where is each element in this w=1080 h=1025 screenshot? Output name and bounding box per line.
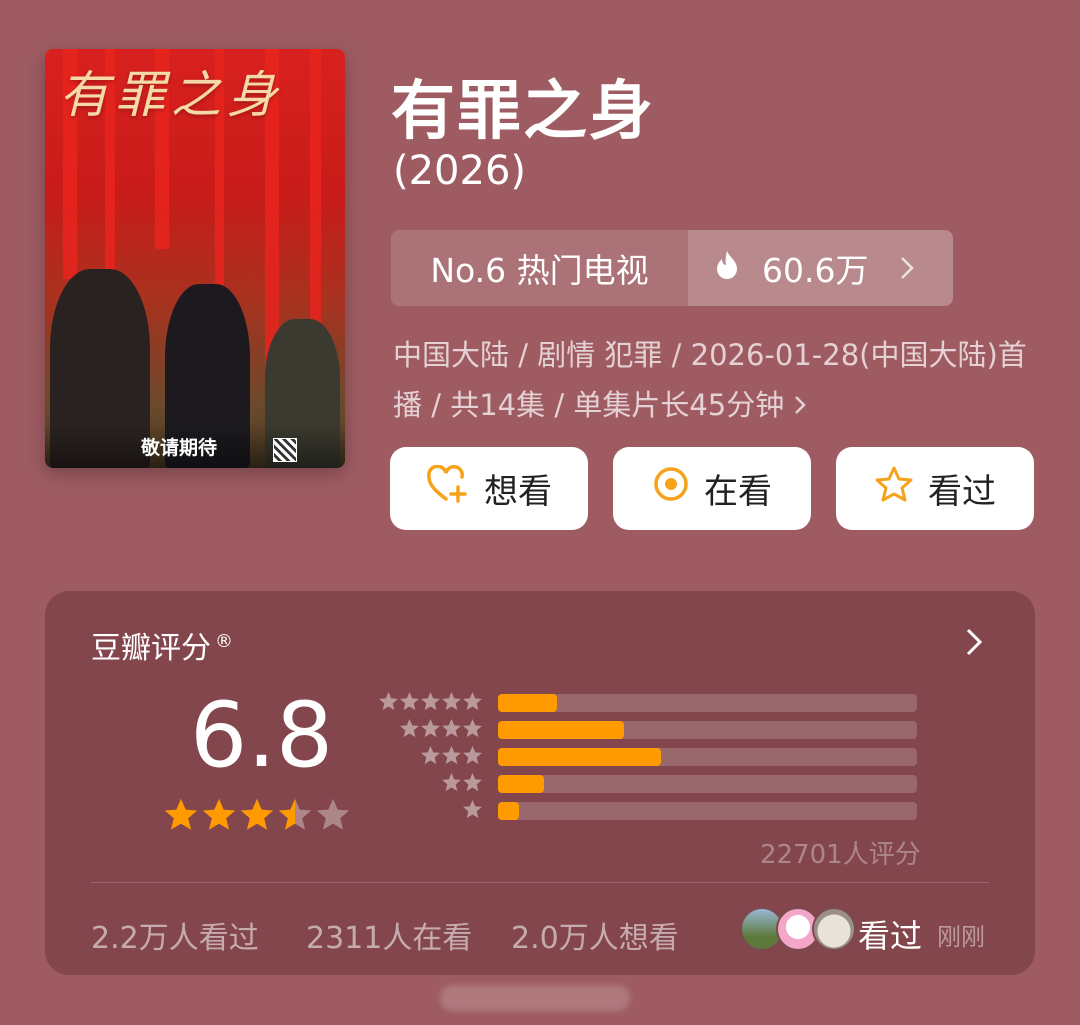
watching-button[interactable]: 在看 bbox=[613, 447, 811, 530]
distribution-star-icon bbox=[463, 773, 482, 792]
want-to-watch-button[interactable]: 想看 bbox=[390, 447, 588, 530]
distribution-bar-track bbox=[498, 748, 917, 766]
seen-count[interactable]: 2.2万人看过 bbox=[91, 913, 259, 957]
distribution-star-icon bbox=[421, 746, 440, 765]
distribution-bar-track bbox=[498, 721, 917, 739]
distribution-star-icon bbox=[463, 692, 482, 711]
qr-code-icon bbox=[273, 438, 297, 462]
rank-label: No.6 热门电视 bbox=[430, 251, 649, 290]
rating-star-icon bbox=[202, 798, 236, 830]
distribution-bar-track bbox=[498, 694, 917, 712]
watched-button[interactable]: 看过 bbox=[836, 447, 1034, 530]
fire-icon bbox=[714, 249, 740, 288]
distribution-star-icon bbox=[442, 692, 461, 711]
watching-count[interactable]: 2311人在看 bbox=[306, 913, 472, 957]
want-to-watch-label: 想看 bbox=[484, 472, 552, 512]
friends-seen-time: 刚刚 bbox=[937, 923, 985, 951]
avatar bbox=[812, 907, 856, 951]
poster-tagline: 敬请期待 bbox=[141, 437, 218, 459]
distribution-star-icon bbox=[463, 800, 482, 819]
distribution-star-icon bbox=[421, 692, 440, 711]
release-year: (2026) bbox=[393, 148, 527, 194]
distribution-bar-fill bbox=[498, 748, 662, 766]
page-title: 有罪之身 bbox=[391, 75, 655, 149]
rank-chip[interactable]: No.6 热门电视 60.6万 bbox=[391, 230, 953, 306]
star-outline-icon bbox=[874, 465, 928, 512]
distribution-star-icon bbox=[442, 719, 461, 738]
distribution-bar-track bbox=[498, 775, 917, 793]
rating-card[interactable]: 豆瓣评分 ® 6.8 22701人评分 2.2万人看过 2311人在看 2.0万人… bbox=[45, 591, 1035, 975]
rating-label: 豆瓣评分 ® bbox=[91, 631, 233, 666]
friends-seen-label: 看过 bbox=[858, 917, 923, 955]
heat-button[interactable]: 60.6万 bbox=[688, 230, 953, 306]
distribution-star-icon bbox=[442, 773, 461, 792]
rating-star-icon bbox=[164, 798, 198, 830]
meta-text: 中国大陆 / 剧情 犯罪 / 2026-01-28(中国大陆)首播 / 共14集… bbox=[393, 338, 1027, 422]
watermark bbox=[440, 985, 630, 1011]
chevron-right-icon[interactable] bbox=[965, 627, 983, 661]
heart-plus-icon bbox=[426, 464, 484, 512]
distribution-star-icon bbox=[379, 692, 398, 711]
distribution-bar-fill bbox=[498, 802, 519, 820]
rating-star-icon bbox=[240, 798, 274, 830]
distribution-bar-track bbox=[498, 802, 917, 820]
rating-stars bbox=[163, 797, 351, 833]
rating-star-icon bbox=[278, 798, 312, 830]
divider bbox=[91, 882, 989, 883]
distribution-star-icon bbox=[463, 746, 482, 765]
target-icon bbox=[652, 465, 704, 512]
distribution-bar-fill bbox=[498, 694, 557, 712]
distribution-star-icon bbox=[463, 719, 482, 738]
distribution-star-icon bbox=[400, 719, 419, 738]
distribution-star-icon bbox=[421, 719, 440, 738]
want-count[interactable]: 2.0万人想看 bbox=[511, 913, 679, 957]
chevron-right-icon bbox=[794, 388, 806, 422]
friend-avatars[interactable] bbox=[740, 907, 856, 951]
distribution-bar-fill bbox=[498, 775, 545, 793]
poster-image[interactable]: 有罪之身 敬请期待 bbox=[45, 49, 345, 468]
watched-label: 看过 bbox=[928, 472, 996, 512]
registered-mark: ® bbox=[215, 631, 233, 652]
heat-value: 60.6万 bbox=[762, 251, 869, 290]
watching-label: 在看 bbox=[704, 472, 772, 512]
chevron-right-icon bbox=[900, 249, 915, 288]
rating-count: 22701人评分 bbox=[760, 840, 921, 870]
distribution-bar-fill bbox=[498, 721, 624, 739]
rating-score: 6.8 bbox=[190, 683, 334, 788]
rating-star-icon bbox=[316, 798, 350, 830]
poster-title-art: 有罪之身 bbox=[59, 66, 283, 124]
distribution-star-icon bbox=[400, 692, 419, 711]
meta-info[interactable]: 中国大陆 / 剧情 犯罪 / 2026-01-28(中国大陆)首播 / 共14集… bbox=[393, 330, 1033, 430]
distribution-star-icon bbox=[442, 746, 461, 765]
